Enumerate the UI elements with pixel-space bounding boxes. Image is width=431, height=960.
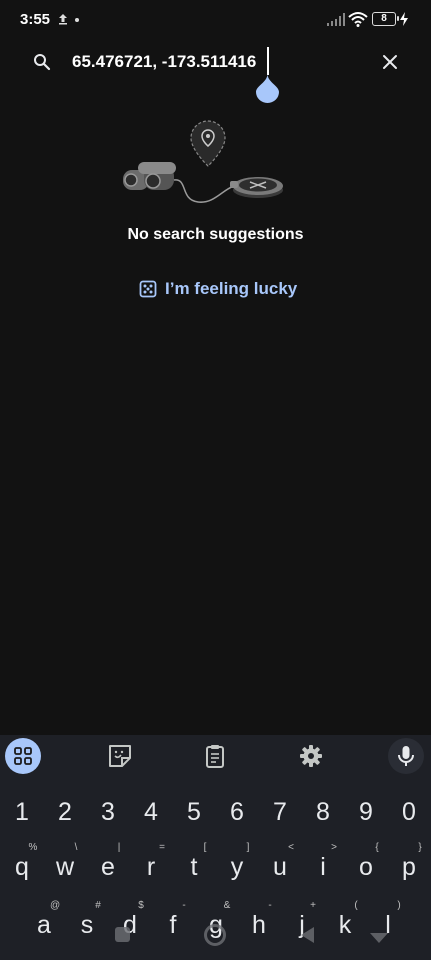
gear-icon[interactable] [293,738,329,774]
wifi-icon [348,12,368,27]
letter-key-hint: | [117,842,121,853]
number-key[interactable]: 4 [133,797,169,827]
letter-key-hint: [ [203,842,207,853]
signal-icon [327,13,345,26]
letter-key[interactable]: y [219,852,255,882]
number-key[interactable]: 5 [176,797,212,827]
recents-nav-icon[interactable] [115,927,130,942]
letter-key-hint: = [159,842,165,853]
status-time: 3:55 [20,11,51,28]
letter-key-hint: $ [138,900,144,911]
feeling-lucky-label: I’m feeling lucky [165,279,298,298]
sticker-icon[interactable] [102,738,138,774]
battery-icon: 8 [372,12,399,26]
number-key[interactable]: 3 [90,797,126,827]
apps-button[interactable] [5,738,41,774]
home-nav-icon[interactable] [204,924,226,946]
upload-icon [59,14,67,25]
letter-key[interactable]: p [391,852,427,882]
letter-key-hint: # [95,900,101,911]
letter-key-hint: - [182,900,186,911]
letter-key-hint: \ [74,842,78,853]
search-icon[interactable] [32,52,52,72]
letter-key[interactable]: h [241,910,277,940]
microphone-icon [398,746,414,766]
letter-key[interactable]: t [176,852,212,882]
charging-icon [400,12,408,26]
keyboard: 1234567890 q% w \ e | r = t[y] u < i > o{p} a @ s # d $ f -… [0,735,431,960]
letter-key-hint: > [331,842,337,853]
search-input[interactable]: 65.476721, -173.511416 [72,48,362,76]
number-key[interactable]: 2 [47,797,83,827]
back-nav-icon[interactable] [298,925,318,945]
letter-key[interactable]: i [305,852,341,882]
search-bar: 65.476721, -173.511416 [0,40,431,84]
letter-key[interactable]: f [155,910,191,940]
letter-key-hint: ] [246,842,250,853]
letter-key[interactable]: w [47,852,83,882]
letter-key[interactable]: r [133,852,169,882]
hide-keyboard-icon[interactable] [368,931,390,945]
binoculars-compass-illustration [123,120,283,203]
letter-key-hint: & [223,900,231,911]
letter-key[interactable]: e [90,852,126,882]
feeling-lucky-button[interactable]: I’m feeling lucky [136,274,302,304]
letter-key-hint: { [375,842,379,853]
keyboard-toolbar [0,735,431,779]
dice-icon [139,280,157,298]
letter-key-hint: } [418,842,422,853]
letter-key[interactable]: u [262,852,298,882]
number-key[interactable]: 0 [391,797,427,827]
letter-key-hint: ( [354,900,358,911]
microphone-button[interactable] [388,738,424,774]
number-key[interactable]: 7 [262,797,298,827]
cursor-handle[interactable] [256,74,279,103]
apps-icon [14,747,32,765]
letter-key[interactable]: a [26,910,62,940]
number-key[interactable]: 6 [219,797,255,827]
letter-key[interactable]: k [327,910,363,940]
notification-dot [75,18,79,22]
letter-key-hint: ) [397,900,401,911]
letter-key-hint: @ [50,900,61,911]
number-key[interactable]: 9 [348,797,384,827]
number-key[interactable]: 8 [305,797,341,827]
letter-key[interactable]: s [69,910,105,940]
clipboard-icon[interactable] [197,738,233,774]
letter-key-hint: % [28,842,38,853]
battery-level: 8 [381,13,387,24]
text-cursor [267,47,269,75]
letter-key-hint: - [268,900,272,911]
status-bar: 3:55 8 [0,0,431,40]
letter-key-hint: < [288,842,294,853]
close-icon[interactable] [380,52,400,72]
letter-key[interactable]: q [4,852,40,882]
letter-key-hint: + [310,900,316,911]
empty-state-message: No search suggestions [127,226,304,243]
letter-key[interactable]: o [348,852,384,882]
number-key[interactable]: 1 [4,797,40,827]
